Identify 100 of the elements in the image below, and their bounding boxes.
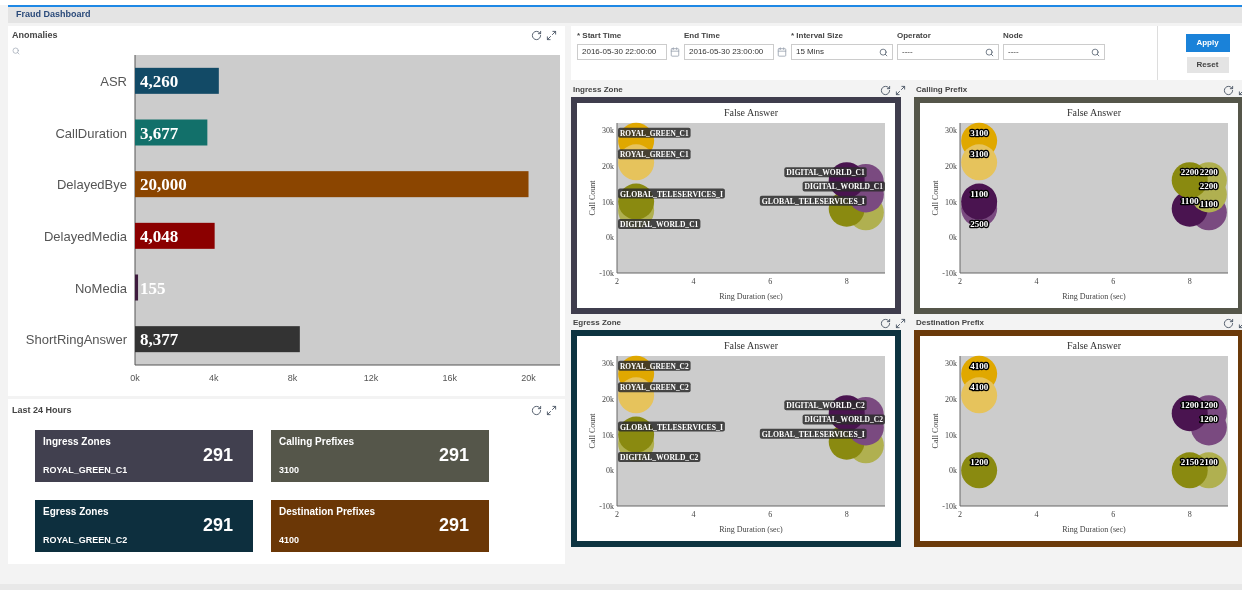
axis-tick-label: 0k [606, 466, 614, 476]
axis-tick-label: 20k [602, 161, 614, 171]
axis-tick-label: 2 [958, 277, 962, 286]
bubble-label: DIGITAL_WORLD_C1 [784, 167, 870, 178]
axis-title: Call Count [931, 413, 940, 449]
axis-title: Ring Duration (sec) [1062, 292, 1126, 301]
panel-title: Destination Prefix [916, 317, 984, 329]
bar-value: 8,377 [140, 329, 179, 349]
axis-tick-label: -10k [599, 269, 614, 278]
category-label: CallDuration [55, 125, 127, 140]
axis-title: Call Count [931, 180, 940, 216]
axis-tick-label: 10k [602, 430, 614, 440]
field-label: * Interval Size [791, 30, 845, 42]
bubble-label: DIGITAL_WORLD_C2 [618, 451, 703, 462]
axis-tick-label: -10k [599, 502, 614, 511]
card-title: Ingress Zones [43, 434, 112, 449]
axis-tick-label: 30k [602, 126, 614, 136]
chart-title: False Answer [723, 107, 779, 118]
axis-tick-label: 8 [844, 277, 849, 286]
chart-title: False Answer [1066, 107, 1122, 118]
axis-title: Ring Duration (sec) [719, 525, 783, 534]
axis-title: Call Count [588, 180, 597, 216]
axis-tick-label: 2 [615, 277, 619, 286]
axis-tick-label: 6 [768, 510, 773, 519]
axis-tick-label: 6 [1111, 277, 1116, 286]
axis-tick-label: 4 [1034, 510, 1039, 519]
bubble-label: DIGITAL_WORLD_C1 [802, 181, 888, 192]
axis-tick-label: 4 [1034, 277, 1039, 286]
panel-title: Anomalies [12, 29, 58, 42]
category-label: DelayedBye [56, 176, 127, 192]
field-label: * Start Time [577, 30, 623, 42]
axis-tick-label: 10k [945, 197, 957, 207]
axis-tick-label: 12k [363, 372, 379, 383]
card-count: 291 [438, 514, 470, 537]
bar-value: 4,048 [140, 226, 179, 246]
panel-title: Ingress Zone [573, 84, 623, 96]
bubble-label: GLOBAL_TELESERVICES_I [618, 421, 727, 432]
axis-title: Call Count [588, 413, 597, 449]
card-value: ROYAL_GREEN_C2 [43, 534, 128, 547]
axis-tick-label: 4k [208, 372, 219, 383]
category-label: NoMedia [74, 280, 127, 295]
field-label: End Time [684, 30, 721, 42]
chart-title: False Answer [1066, 340, 1122, 351]
dashboard-title: Fraud Dashboard [16, 8, 91, 22]
axis-title: Ring Duration (sec) [719, 292, 783, 301]
axis-tick-label: 30k [945, 126, 957, 136]
card-value: ROYAL_GREEN_C1 [43, 464, 128, 477]
axis-tick-label: 8 [1187, 510, 1192, 519]
card-title: Destination Prefixes [279, 504, 376, 519]
axis-tick-label: 8 [1187, 277, 1192, 286]
axis-tick-label: 10k [945, 430, 957, 440]
card-title: Egress Zones [43, 504, 110, 519]
axis-title: Ring Duration (sec) [1062, 525, 1126, 534]
bar-value: 4,260 [140, 71, 179, 91]
card-count: 291 [202, 514, 234, 537]
bubble-label: GLOBAL_TELESERVICES_I [618, 188, 727, 199]
axis-tick-label: 4 [691, 277, 696, 286]
card-value: 4100 [279, 534, 301, 547]
axis-tick-label: 4 [691, 510, 696, 519]
chart-title: False Answer [723, 340, 779, 351]
axis-tick-label: 0k [949, 466, 957, 476]
field-value: 15 Mins [796, 46, 824, 58]
category-label: ASR [100, 73, 127, 89]
axis-tick-label: 0k [606, 233, 614, 243]
bubble-label: DIGITAL_WORLD_C2 [802, 414, 888, 425]
axis-tick-label: 10k [602, 197, 614, 207]
axis-tick-label: 0k [130, 372, 140, 383]
field-value: ---- [902, 46, 913, 58]
bubble-label: DIGITAL_WORLD_C2 [784, 400, 870, 411]
bar-value: 20,000 [140, 174, 187, 194]
axis-tick-label: 6 [1111, 510, 1116, 519]
axis-tick-label: 0k [949, 233, 957, 243]
axis-tick-label: 16k [442, 372, 458, 383]
bubble-label: GLOBAL_TELESERVICES_I [759, 428, 869, 439]
card-count: 291 [202, 444, 234, 467]
axis-tick-label: -10k [942, 269, 957, 278]
axis-tick-label: 6 [768, 277, 773, 286]
axis-tick-label: -10k [942, 502, 957, 511]
axis-tick-label: 30k [945, 359, 957, 369]
axis-tick-label: 2 [958, 510, 962, 519]
axis-tick-label: 2 [615, 510, 619, 519]
field-label: Operator [897, 30, 932, 42]
panel-title: Calling Prefix [916, 84, 968, 96]
axis-tick-label: 20k [945, 161, 957, 171]
card-count: 291 [438, 444, 470, 467]
category-label: DelayedMedia [43, 228, 127, 244]
bubble-label: DIGITAL_WORLD_C1 [618, 218, 703, 229]
axis-tick-label: 30k [602, 359, 614, 369]
panel-title: Egress Zone [573, 317, 621, 329]
card-title: Calling Prefixes [279, 434, 355, 449]
axis-tick-label: 20k [602, 394, 614, 404]
field-label: Node [1003, 30, 1024, 42]
axis-tick-label: 8 [844, 510, 849, 519]
axis-tick-label: 20k [521, 372, 536, 383]
category-label: ShortRingAnswer [25, 331, 127, 347]
panel-title: Last 24 Hours [12, 404, 72, 417]
bubble-label: GLOBAL_TELESERVICES_I [759, 195, 869, 206]
axis-tick-label: 8k [287, 372, 298, 383]
axis-tick-label: 20k [945, 394, 957, 404]
field-value: ---- [1008, 46, 1019, 58]
